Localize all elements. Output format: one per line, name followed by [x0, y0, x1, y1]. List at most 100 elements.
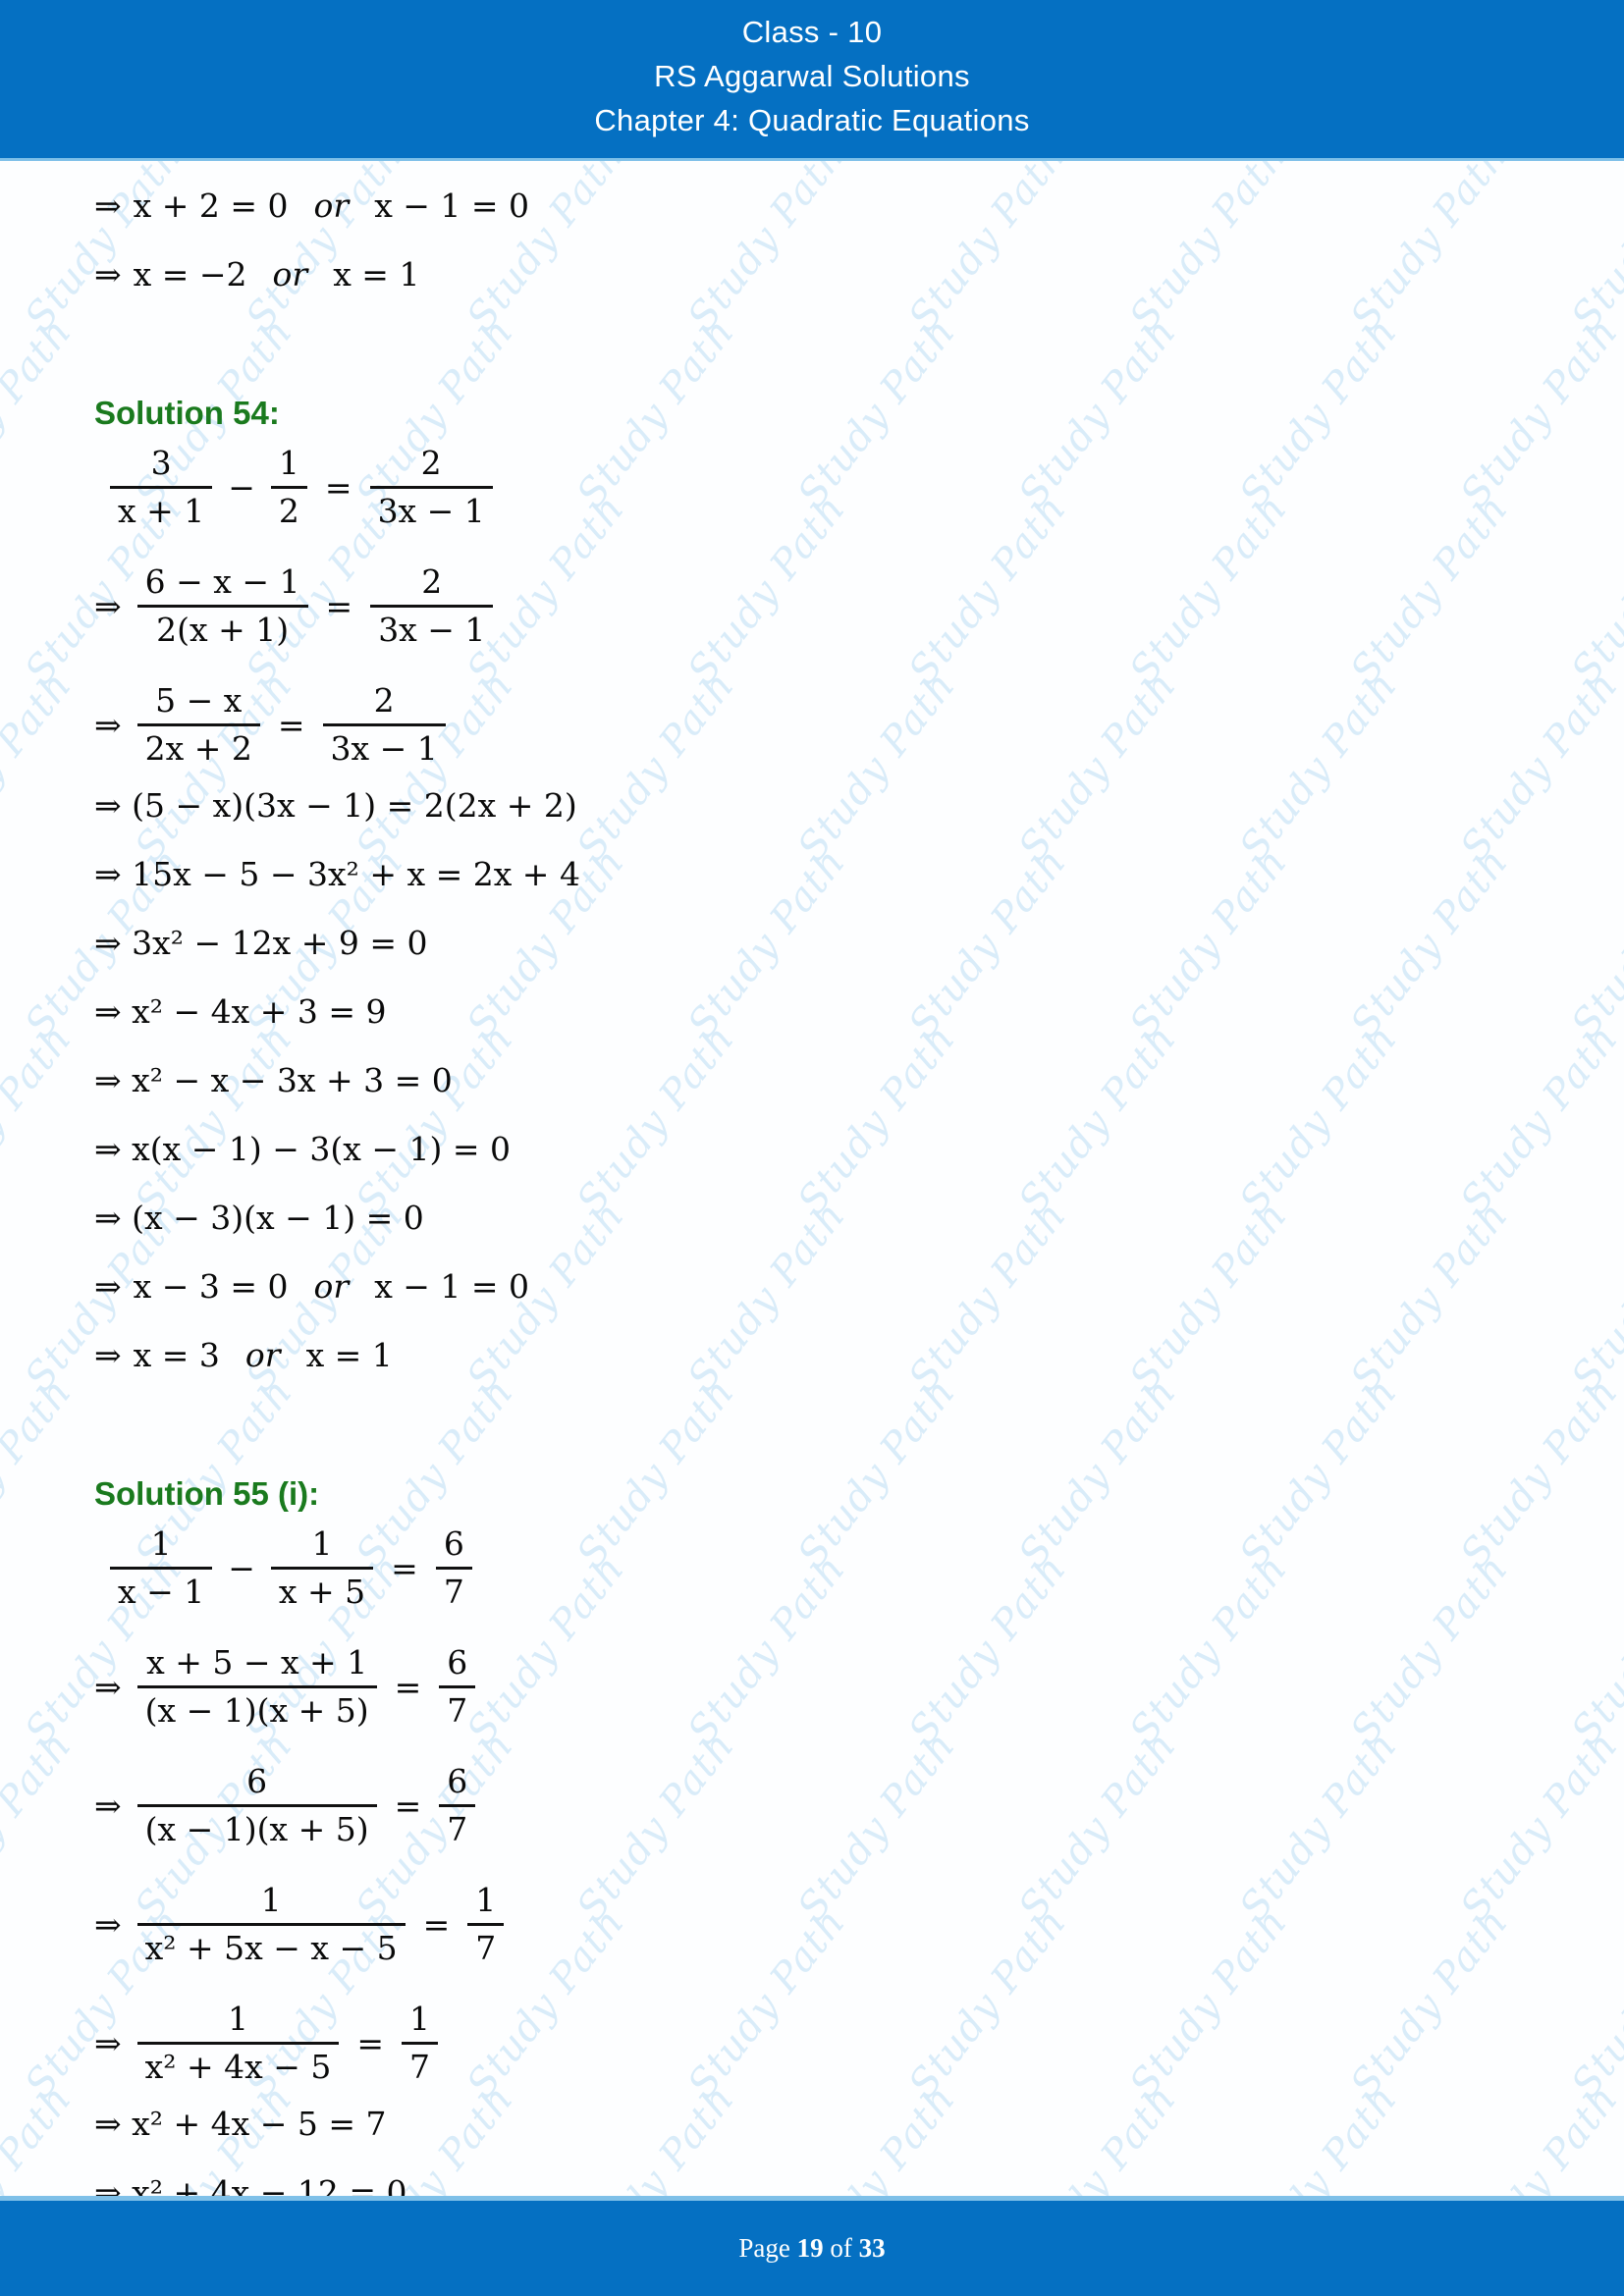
math-rhs: x − 1 = 0 [374, 1267, 530, 1306]
equals-sign: = [394, 1787, 422, 1825]
math-rhs: x − 1 = 0 [374, 187, 530, 225]
fraction: 6 − x − 1 2(x + 1) [136, 560, 308, 653]
header-title-book: RS Aggarwal Solutions [654, 59, 970, 93]
math-lhs: x = −2 [133, 255, 247, 294]
denominator: (x − 1)(x + 5) [144, 1691, 369, 1730]
fraction: 1 7 [402, 1997, 439, 2090]
fraction: 2 3x − 1 [322, 678, 446, 772]
numerator: 1 [409, 2000, 431, 2038]
math-line: ⇒ 15x − 5 − 3x² + x = 2x + 4 [94, 855, 580, 893]
numerator: 6 [447, 1762, 468, 1800]
denominator: 7 [475, 1929, 497, 1967]
implies-arrow: ⇒ [94, 187, 122, 225]
numerator: 6 − x − 1 [144, 562, 300, 601]
equation-row: ⇒ x + 5 − x + 1 (x − 1)(x + 5) = 6 7 [0, 1640, 1624, 1734]
fraction: 3 x + 1 [110, 441, 213, 534]
equals-sign: = [325, 587, 353, 625]
footer-page-number: 19 [796, 2233, 824, 2263]
equals-sign: = [422, 1905, 451, 1944]
equation-row: ⇒ 6 (x − 1)(x + 5) = 6 7 [0, 1759, 1624, 1852]
or-keyword: or [313, 1267, 350, 1306]
numerator: 1 [278, 444, 299, 482]
fraction: 6 7 [439, 1640, 476, 1734]
implies-arrow: ⇒ [94, 1905, 122, 1944]
numerator: 6 [443, 1524, 464, 1563]
footer-total-pages: 33 [858, 2233, 886, 2263]
footer-prefix: Page [738, 2233, 797, 2263]
denominator: x + 1 [118, 492, 205, 530]
or-keyword: or [272, 255, 308, 294]
equation-row: ⇒ 1 x² + 5x − x − 5 = 1 7 [0, 1878, 1624, 1971]
numerator: 2 [420, 444, 442, 482]
implies-arrow: ⇒ [94, 587, 122, 625]
fraction: 6 7 [435, 1522, 472, 1615]
page-header: Class - 10 RS Aggarwal Solutions Chapter… [0, 0, 1624, 158]
equals-sign: = [394, 1668, 422, 1706]
denominator: x − 1 [118, 1573, 205, 1611]
implies-arrow: ⇒ [94, 1787, 122, 1825]
math-line: ⇒ x = 3 or x = 1 [0, 1321, 1624, 1390]
numerator: 1 [475, 1881, 497, 1919]
fraction: 6 (x − 1)(x + 5) [136, 1759, 377, 1852]
math-lhs: x − 3 = 0 [133, 1267, 289, 1306]
math-line: ⇒ x² + 4x − 5 = 7 [94, 2105, 387, 2143]
math-lhs: x = 3 [133, 1336, 220, 1374]
implies-arrow: ⇒ [94, 1336, 122, 1374]
equals-sign: = [277, 706, 305, 744]
denominator: 7 [443, 1573, 464, 1611]
page-footer: Page 19 of 33 [0, 2201, 1624, 2296]
document-page: Study Path Study Path Study Path Study Path… [0, 0, 1624, 2296]
denominator: 7 [447, 1691, 468, 1730]
fraction: 1 x − 1 [110, 1522, 213, 1615]
math-line: ⇒ x + 2 = 0 or x − 1 = 0 [0, 172, 1624, 240]
minus-operator: − [228, 468, 255, 507]
math-lhs: x + 2 = 0 [133, 187, 289, 225]
math-line: ⇒ x − 3 = 0 or x − 1 = 0 [0, 1253, 1624, 1321]
math-line: ⇒ x = −2 or x = 1 [0, 240, 1624, 309]
fraction: 1 x² + 5x − x − 5 [136, 1878, 406, 1971]
denominator: 3x − 1 [377, 492, 485, 530]
denominator: x² + 4x − 5 [144, 2048, 332, 2086]
math-rhs: x = 1 [333, 255, 420, 294]
header-title-chapter: Chapter 4: Quadratic Equations [594, 103, 1030, 137]
equals-sign: = [391, 1549, 418, 1587]
implies-arrow: ⇒ [94, 2024, 122, 2062]
fraction: 1 7 [467, 1878, 505, 1971]
solution-55i-heading: Solution 55 (i): [94, 1475, 320, 1512]
math-line: ⇒ x(x − 1) − 3(x − 1) = 0 [94, 1130, 511, 1168]
solution-54-heading: Solution 54: [94, 395, 280, 431]
numerator: 6 [246, 1762, 268, 1800]
equation-row: ⇒ 6 − x − 1 2(x + 1) = 2 3x − 1 [0, 560, 1624, 653]
header-title-class: Class - 10 [741, 15, 883, 49]
fraction: 2 3x − 1 [370, 560, 494, 653]
implies-arrow: ⇒ [94, 706, 122, 744]
numerator: x + 5 − x + 1 [146, 1643, 368, 1682]
fraction: 2 3x − 1 [369, 441, 493, 534]
equation-row: ⇒ 5 − x 2x + 2 = 2 3x − 1 [0, 678, 1624, 772]
fraction: 5 − x 2x + 2 [136, 678, 260, 772]
solution-content: ⇒ x + 2 = 0 or x − 1 = 0 ⇒ x = −2 or x =… [0, 158, 1624, 2280]
or-keyword: or [244, 1336, 281, 1374]
numerator: 1 [150, 1524, 172, 1563]
fraction: x + 5 − x + 1 (x − 1)(x + 5) [136, 1640, 377, 1734]
fraction: 6 7 [439, 1759, 476, 1852]
minus-operator: − [228, 1549, 255, 1587]
fraction: 1 2 [270, 441, 307, 534]
math-rhs: x = 1 [305, 1336, 393, 1374]
denominator: 3x − 1 [330, 729, 438, 768]
page-indicator: Page 19 of 33 [0, 2201, 1624, 2296]
numerator: 1 [260, 1881, 282, 1919]
numerator: 2 [373, 681, 395, 720]
math-line: ⇒ 3x² − 12x + 9 = 0 [94, 924, 428, 962]
fraction: 1 x + 5 [270, 1522, 374, 1615]
numerator: 2 [421, 562, 443, 601]
denominator: (x − 1)(x + 5) [144, 1810, 369, 1848]
denominator: x² + 5x − x − 5 [144, 1929, 398, 1967]
equation-row: 1 x − 1 − 1 x + 5 = 6 7 [0, 1522, 1624, 1615]
equals-sign: = [324, 468, 352, 507]
numerator: 6 [447, 1643, 468, 1682]
